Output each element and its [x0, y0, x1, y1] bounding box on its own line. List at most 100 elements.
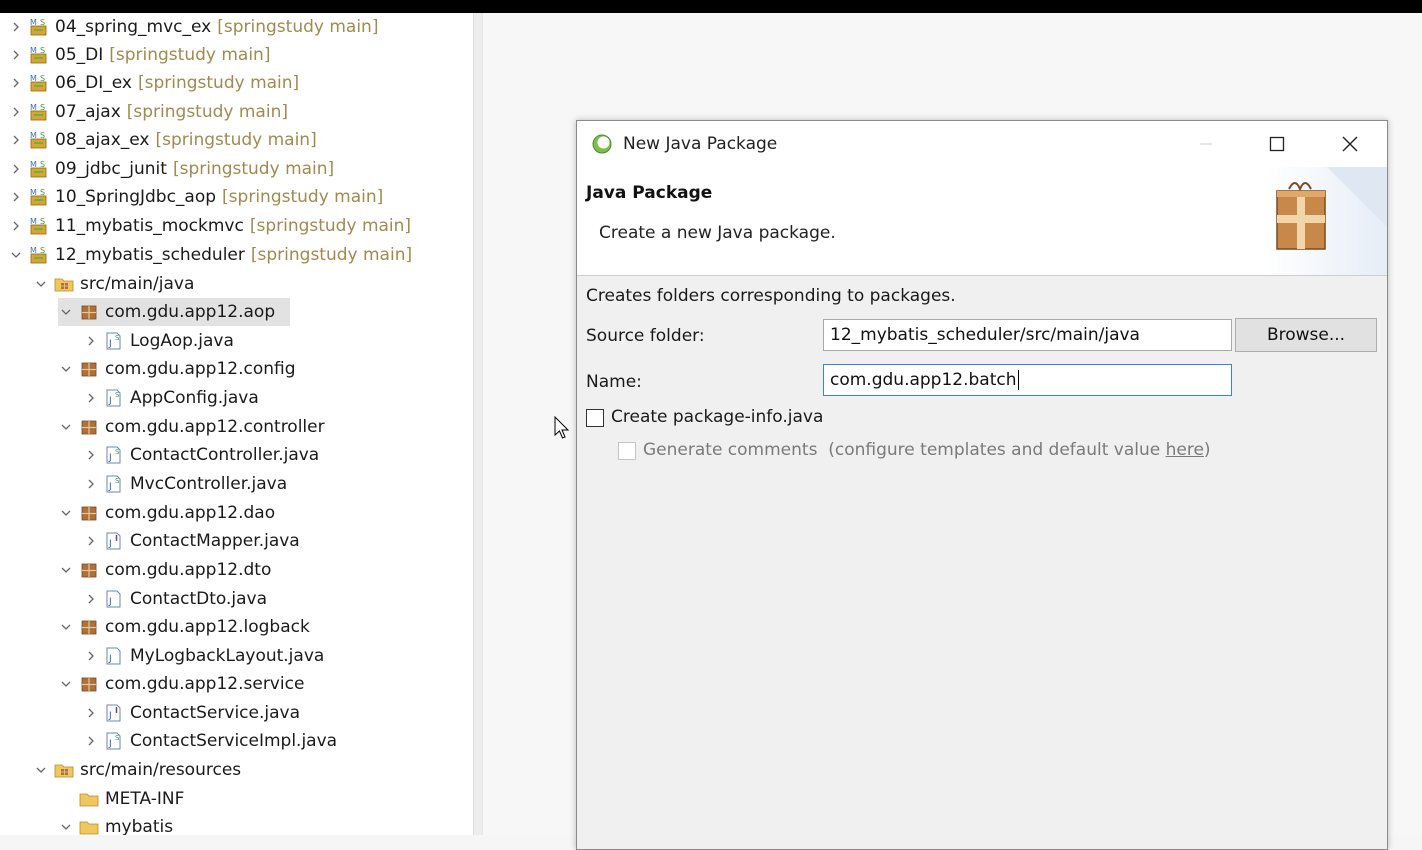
- tree-item-project[interactable]: MS 08_ajax_ex [springstudy main]: [8, 126, 317, 154]
- source-folder-label: src/main/resources: [80, 760, 242, 780]
- chevron-right-icon[interactable]: [83, 447, 99, 463]
- package-name: com.gdu.app12.service: [105, 674, 305, 694]
- tree-item-package[interactable]: com.gdu.app12.logback: [58, 613, 310, 641]
- tree-item-java-file[interactable]: JI ContactService.java: [83, 699, 300, 727]
- package-name-field[interactable]: com.gdu.app12.batch: [823, 364, 1232, 396]
- chevron-right-icon[interactable]: [83, 390, 99, 406]
- package-icon: [78, 417, 100, 437]
- chevron-right-icon[interactable]: [8, 104, 24, 120]
- chevron-right-icon[interactable]: [8, 47, 24, 63]
- tree-item-java-file[interactable]: JS ContactController.java: [83, 441, 319, 469]
- tree-item-project[interactable]: MS 07_ajax [springstudy main]: [8, 98, 288, 126]
- create-package-info-label[interactable]: Create package-info.java: [611, 407, 823, 427]
- source-folder-field[interactable]: 12_mybatis_scheduler/src/main/java: [823, 319, 1232, 351]
- tree-item-package[interactable]: com.gdu.app12.dao: [58, 499, 275, 527]
- git-decoration: [springstudy main]: [155, 130, 317, 150]
- eclipse-wizard-icon: [591, 133, 613, 155]
- browse-button[interactable]: Browse...: [1235, 318, 1377, 352]
- chevron-right-icon[interactable]: [83, 333, 99, 349]
- chevron-right-icon[interactable]: [8, 75, 24, 91]
- java-file-icon: JS: [103, 731, 125, 751]
- project-name: 12_mybatis_scheduler: [55, 245, 245, 265]
- tree-item-java-file[interactable]: J ContactDto.java: [83, 585, 267, 613]
- close-button[interactable]: [1327, 121, 1373, 167]
- tree-item-source-folder[interactable]: src/main/java: [33, 270, 194, 298]
- tree-item-project[interactable]: MS 04_spring_mvc_ex [springstudy main]: [8, 13, 378, 41]
- svg-text:S: S: [40, 103, 45, 112]
- tree-item-folder[interactable]: META-INF: [78, 785, 184, 813]
- spring-project-icon: MS: [28, 102, 50, 122]
- file-name: ContactMapper.java: [130, 531, 300, 551]
- chevron-right-icon[interactable]: [8, 218, 24, 234]
- svg-text:J: J: [108, 739, 112, 749]
- tree-item-source-folder[interactable]: src/main/resources: [33, 756, 241, 784]
- minimize-button[interactable]: [1183, 121, 1229, 167]
- git-decoration: [springstudy main]: [250, 245, 413, 265]
- chevron-right-icon[interactable]: [83, 733, 99, 749]
- tree-item-folder[interactable]: mybatis: [58, 813, 173, 835]
- file-name: ContactService.java: [130, 703, 300, 723]
- generate-comments-label: Generate comments: [643, 440, 818, 460]
- tree-item-java-file[interactable]: J MyLogbackLayout.java: [83, 642, 324, 670]
- view-sash[interactable]: [473, 13, 483, 835]
- chevron-down-icon[interactable]: [33, 762, 49, 778]
- git-decoration: [springstudy main]: [217, 17, 379, 37]
- tree-item-project[interactable]: MS 12_mybatis_scheduler [springstudy mai…: [8, 241, 412, 269]
- chevron-down-icon[interactable]: [58, 304, 74, 320]
- tree-item-project[interactable]: MS 06_DI_ex [springstudy main]: [8, 69, 299, 97]
- source-folder-label: src/main/java: [80, 274, 195, 294]
- git-decoration: [springstudy main]: [137, 73, 300, 93]
- source-folder-icon: [53, 760, 75, 780]
- chevron-right-icon[interactable]: [8, 161, 24, 177]
- chevron-right-icon[interactable]: [83, 648, 99, 664]
- chevron-down-icon[interactable]: [58, 562, 74, 578]
- dialog-title: New Java Package: [623, 134, 778, 154]
- chevron-right-icon[interactable]: [83, 591, 99, 607]
- svg-text:M: M: [30, 246, 37, 255]
- chevron-right-icon[interactable]: [8, 132, 24, 148]
- chevron-right-icon[interactable]: [8, 189, 24, 205]
- tree-item-package[interactable]: com.gdu.app12.dto: [58, 556, 271, 584]
- svg-text:S: S: [40, 246, 45, 255]
- git-decoration: [springstudy main]: [109, 45, 271, 65]
- tree-item-java-file[interactable]: JS LogAop.java: [83, 327, 234, 355]
- tree-item-project[interactable]: MS 05_DI [springstudy main]: [8, 41, 270, 69]
- chevron-down-icon[interactable]: [58, 619, 74, 635]
- create-package-info-checkbox[interactable]: [586, 409, 604, 427]
- dialog-titlebar[interactable]: New Java Package: [577, 121, 1387, 167]
- chevron-down-icon[interactable]: [58, 676, 74, 692]
- tree-item-package[interactable]: com.gdu.app12.service: [58, 670, 304, 698]
- chevron-down-icon[interactable]: [58, 819, 74, 835]
- tree-item-package[interactable]: com.gdu.app12.controller: [58, 413, 325, 441]
- chevron-down-icon[interactable]: [58, 505, 74, 521]
- svg-text:J: J: [108, 654, 112, 664]
- project-name: 06_DI_ex: [55, 73, 132, 93]
- chevron-down-icon[interactable]: [8, 247, 24, 263]
- tree-item-java-file[interactable]: JS AppConfig.java: [83, 384, 259, 412]
- tree-item-java-file[interactable]: JI ContactMapper.java: [83, 527, 300, 555]
- generate-comments-checkbox[interactable]: [618, 442, 636, 460]
- tree-item-project[interactable]: MS 09_jdbc_junit [springstudy main]: [8, 155, 334, 183]
- maximize-button[interactable]: [1254, 121, 1300, 167]
- svg-text:M: M: [30, 74, 37, 83]
- tree-item-package[interactable]: com.gdu.app12.aop: [58, 298, 290, 326]
- chevron-down-icon[interactable]: [58, 419, 74, 435]
- tree-item-project[interactable]: MS 11_mybatis_mockmvc [springstudy main]: [8, 212, 411, 240]
- svg-text:S: S: [115, 391, 120, 399]
- chevron-down-icon[interactable]: [58, 361, 74, 377]
- configure-templates-link[interactable]: here: [1166, 440, 1204, 460]
- svg-text:I: I: [115, 706, 118, 715]
- tree-item-package[interactable]: com.gdu.app12.config: [58, 355, 296, 383]
- package-name: com.gdu.app12.aop: [105, 302, 276, 322]
- tree-item-java-file[interactable]: JS MvcController.java: [83, 470, 287, 498]
- tree-item-project[interactable]: MS 10_SpringJdbc_aop [springstudy main]: [8, 183, 383, 211]
- chevron-right-icon[interactable]: [8, 19, 24, 35]
- chevron-down-icon[interactable]: [33, 276, 49, 292]
- chevron-right-icon[interactable]: [83, 533, 99, 549]
- tree-item-java-file[interactable]: JS ContactServiceImpl.java: [83, 727, 337, 755]
- package-icon: [78, 503, 100, 523]
- chevron-right-icon[interactable]: [83, 705, 99, 721]
- package-wizard-icon: [1267, 167, 1387, 275]
- java-interface-file-icon: JI: [103, 531, 125, 551]
- chevron-right-icon[interactable]: [83, 476, 99, 492]
